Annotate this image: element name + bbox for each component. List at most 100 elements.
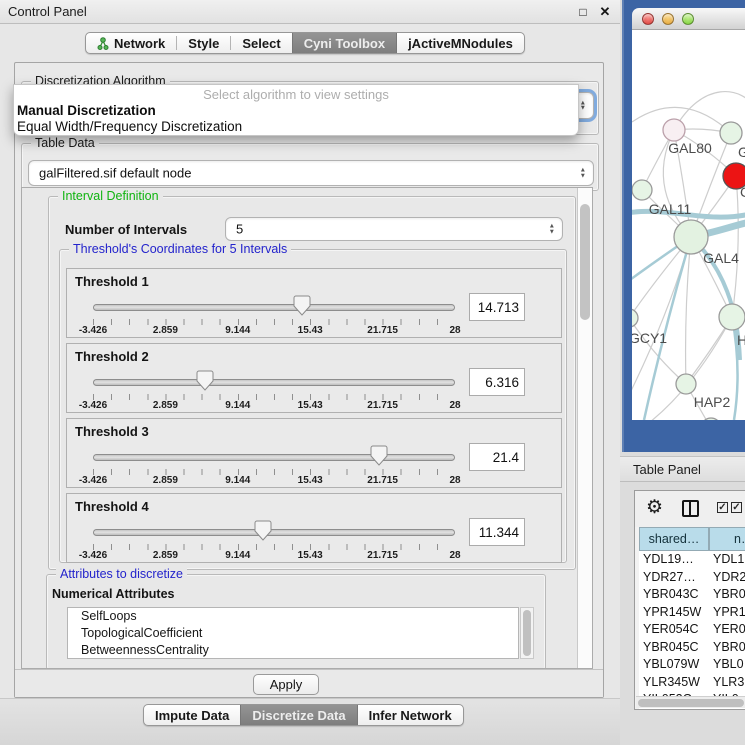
- node-gcy1[interactable]: [632, 309, 638, 327]
- list-item[interactable]: TopologicalCoefficient: [68, 625, 518, 642]
- table-header-row: shared… n…: [635, 527, 745, 551]
- tab-discretize-data[interactable]: Discretize Data: [240, 705, 357, 725]
- combo-stepper-icon: ▲▼: [580, 100, 586, 111]
- table-container: ⚙ ✓ ✓ shared… n… YDL19…YDL1… YDR27…YDR2……: [634, 490, 745, 710]
- control-panel-tabs: Network Style Select Cyni Toolbox jActiv…: [85, 32, 525, 54]
- tab-impute-data[interactable]: Impute Data: [144, 705, 240, 725]
- attributes-to-discretize-group: Attributes to discretize Numerical Attri…: [46, 574, 546, 669]
- threshold-1-slider[interactable]: [93, 295, 455, 319]
- group-title: Interval Definition: [58, 189, 163, 203]
- threshold-3-slider[interactable]: [93, 445, 455, 469]
- settings-scrollbar[interactable]: [577, 188, 592, 668]
- close-traffic-light-icon[interactable]: [642, 13, 654, 25]
- table-panel-body: ⚙ ✓ ✓ shared… n… YDL19…YDL1… YDR27…YDR2……: [620, 482, 745, 745]
- slider-thumb[interactable]: [254, 520, 272, 542]
- attributes-list-scrollbar[interactable]: [520, 607, 534, 659]
- slider-thumb[interactable]: [293, 295, 311, 317]
- svg-text:GAL11: GAL11: [649, 201, 692, 217]
- network-window-titlebar[interactable]: [632, 8, 745, 30]
- scrollbar-thumb[interactable]: [523, 610, 531, 656]
- threshold-3-panel: Threshold 3 -3.426 2.859: [66, 418, 562, 488]
- split-columns-icon[interactable]: [682, 500, 699, 517]
- table-row[interactable]: YPR145WYPR1…: [639, 604, 745, 622]
- node-gal4[interactable]: [674, 220, 708, 254]
- threshold-4-value-field[interactable]: [469, 518, 525, 546]
- threshold-label: Threshold 4: [75, 499, 149, 514]
- tab-style[interactable]: Style: [177, 33, 230, 53]
- close-panel-icon[interactable]: ✕: [596, 3, 614, 21]
- checkbox-icon[interactable]: ✓: [731, 502, 742, 513]
- slider-track[interactable]: [93, 304, 455, 311]
- slider-thumb[interactable]: [370, 445, 388, 467]
- network-icon: [97, 37, 109, 50]
- group-title: Attributes to discretize: [56, 567, 187, 581]
- node-gal11[interactable]: [632, 180, 652, 200]
- table-data-group: Table Data galFiltered.sif default node …: [21, 143, 599, 191]
- table-horizontal-scrollbar[interactable]: [636, 696, 745, 708]
- table-panel-titlebar: Table Panel: [620, 456, 745, 482]
- threshold-label: Threshold 1: [75, 274, 149, 289]
- slider-thumb[interactable]: [196, 370, 214, 392]
- thresholds-coordinates-group: Threshold's Coordinates for 5 Intervals …: [59, 249, 567, 563]
- threshold-4-panel: Threshold 4 -3.426 2.859: [66, 493, 562, 563]
- threshold-3-value-field[interactable]: [469, 443, 525, 471]
- threshold-label: Threshold 3: [75, 424, 149, 439]
- table-row[interactable]: YBR045CYBR0…: [639, 639, 745, 657]
- minimize-traffic-light-icon[interactable]: [662, 13, 674, 25]
- table-data-value: galFiltered.sif default node: [39, 166, 191, 181]
- panel-title: Control Panel: [8, 4, 87, 19]
- apply-footer: Apply: [15, 669, 603, 697]
- list-item[interactable]: BetweennessCentrality: [68, 642, 518, 659]
- network-view-window: GAL80 G C GAL11 GAL4 GCY1 H HAP2: [622, 0, 745, 452]
- screen: Control Panel □ ✕ Network Style Selec: [0, 0, 745, 745]
- table-row[interactable]: YDR27…YDR2…: [639, 569, 745, 587]
- table-rows: YDL19…YDL1… YDR27…YDR2… YBR043CYBR0… YPR…: [639, 551, 745, 709]
- table-data-combobox[interactable]: galFiltered.sif default node ▲▼: [28, 160, 594, 186]
- node[interactable]: [719, 304, 745, 330]
- control-panel: Control Panel □ ✕ Network Style Selec: [0, 0, 622, 745]
- threshold-1-value-field[interactable]: [469, 293, 525, 321]
- list-item[interactable]: SelfLoops: [68, 608, 518, 625]
- node[interactable]: [720, 122, 742, 144]
- svg-text:H: H: [737, 332, 745, 348]
- number-of-intervals-combobox[interactable]: 5 ▲▼: [225, 217, 563, 241]
- svg-text:GCY1: GCY1: [632, 330, 667, 346]
- settings-scroll-panel: Interval Definition Number of Intervals …: [21, 187, 593, 669]
- tab-infer-network[interactable]: Infer Network: [358, 705, 463, 725]
- tab-network[interactable]: Network: [86, 33, 176, 53]
- threshold-2-slider[interactable]: [93, 370, 455, 394]
- table-toolbar: ⚙ ✓ ✓: [635, 491, 745, 527]
- slider-tick-labels: -3.426 2.859 9.144 15.43 21.715 28: [93, 475, 455, 487]
- zoom-traffic-light-icon[interactable]: [682, 13, 694, 25]
- threshold-2-value-field[interactable]: [469, 368, 525, 396]
- threshold-4-slider[interactable]: [93, 520, 455, 544]
- table-row[interactable]: YER054CYER0…: [639, 621, 745, 639]
- cyni-bottom-tabs: Impute Data Discretize Data Infer Networ…: [143, 704, 464, 726]
- popup-option-equal-width-frequency[interactable]: Equal Width/Frequency Discretization: [17, 119, 242, 134]
- column-header-name[interactable]: n…: [709, 527, 745, 551]
- popup-option-manual-discretization[interactable]: Manual Discretization: [17, 103, 156, 118]
- slider-track[interactable]: [93, 379, 455, 386]
- table-row[interactable]: YBR043CYBR0…: [639, 586, 745, 604]
- network-canvas[interactable]: GAL80 G C GAL11 GAL4 GCY1 H HAP2: [632, 30, 745, 420]
- apply-button[interactable]: Apply: [253, 674, 319, 695]
- column-header-shared-name[interactable]: shared…: [639, 527, 709, 551]
- scrollbar-thumb[interactable]: [638, 699, 744, 707]
- popup-hint: Select algorithm to view settings: [14, 87, 578, 102]
- float-window-icon[interactable]: □: [574, 3, 592, 21]
- slider-track[interactable]: [93, 454, 455, 461]
- tab-cyni-toolbox[interactable]: Cyni Toolbox: [292, 33, 397, 53]
- table-row[interactable]: YDL19…YDL1…: [639, 551, 745, 569]
- node[interactable]: [701, 418, 721, 420]
- node-gal80[interactable]: [663, 119, 685, 141]
- tab-select[interactable]: Select: [231, 33, 291, 53]
- checkbox-icon[interactable]: ✓: [717, 502, 728, 513]
- scrollbar-thumb[interactable]: [580, 204, 590, 320]
- gear-icon[interactable]: ⚙: [646, 497, 663, 519]
- tab-jactivemnodules[interactable]: jActiveMNodules: [397, 33, 524, 53]
- slider-track[interactable]: [93, 529, 455, 536]
- node-hap2[interactable]: [676, 374, 696, 394]
- table-row[interactable]: YBL079WYBL0…: [639, 656, 745, 674]
- threshold-1-panel: Threshold 1 -3.426 2.859: [66, 268, 562, 338]
- table-row[interactable]: YLR345WYLR3…: [639, 674, 745, 692]
